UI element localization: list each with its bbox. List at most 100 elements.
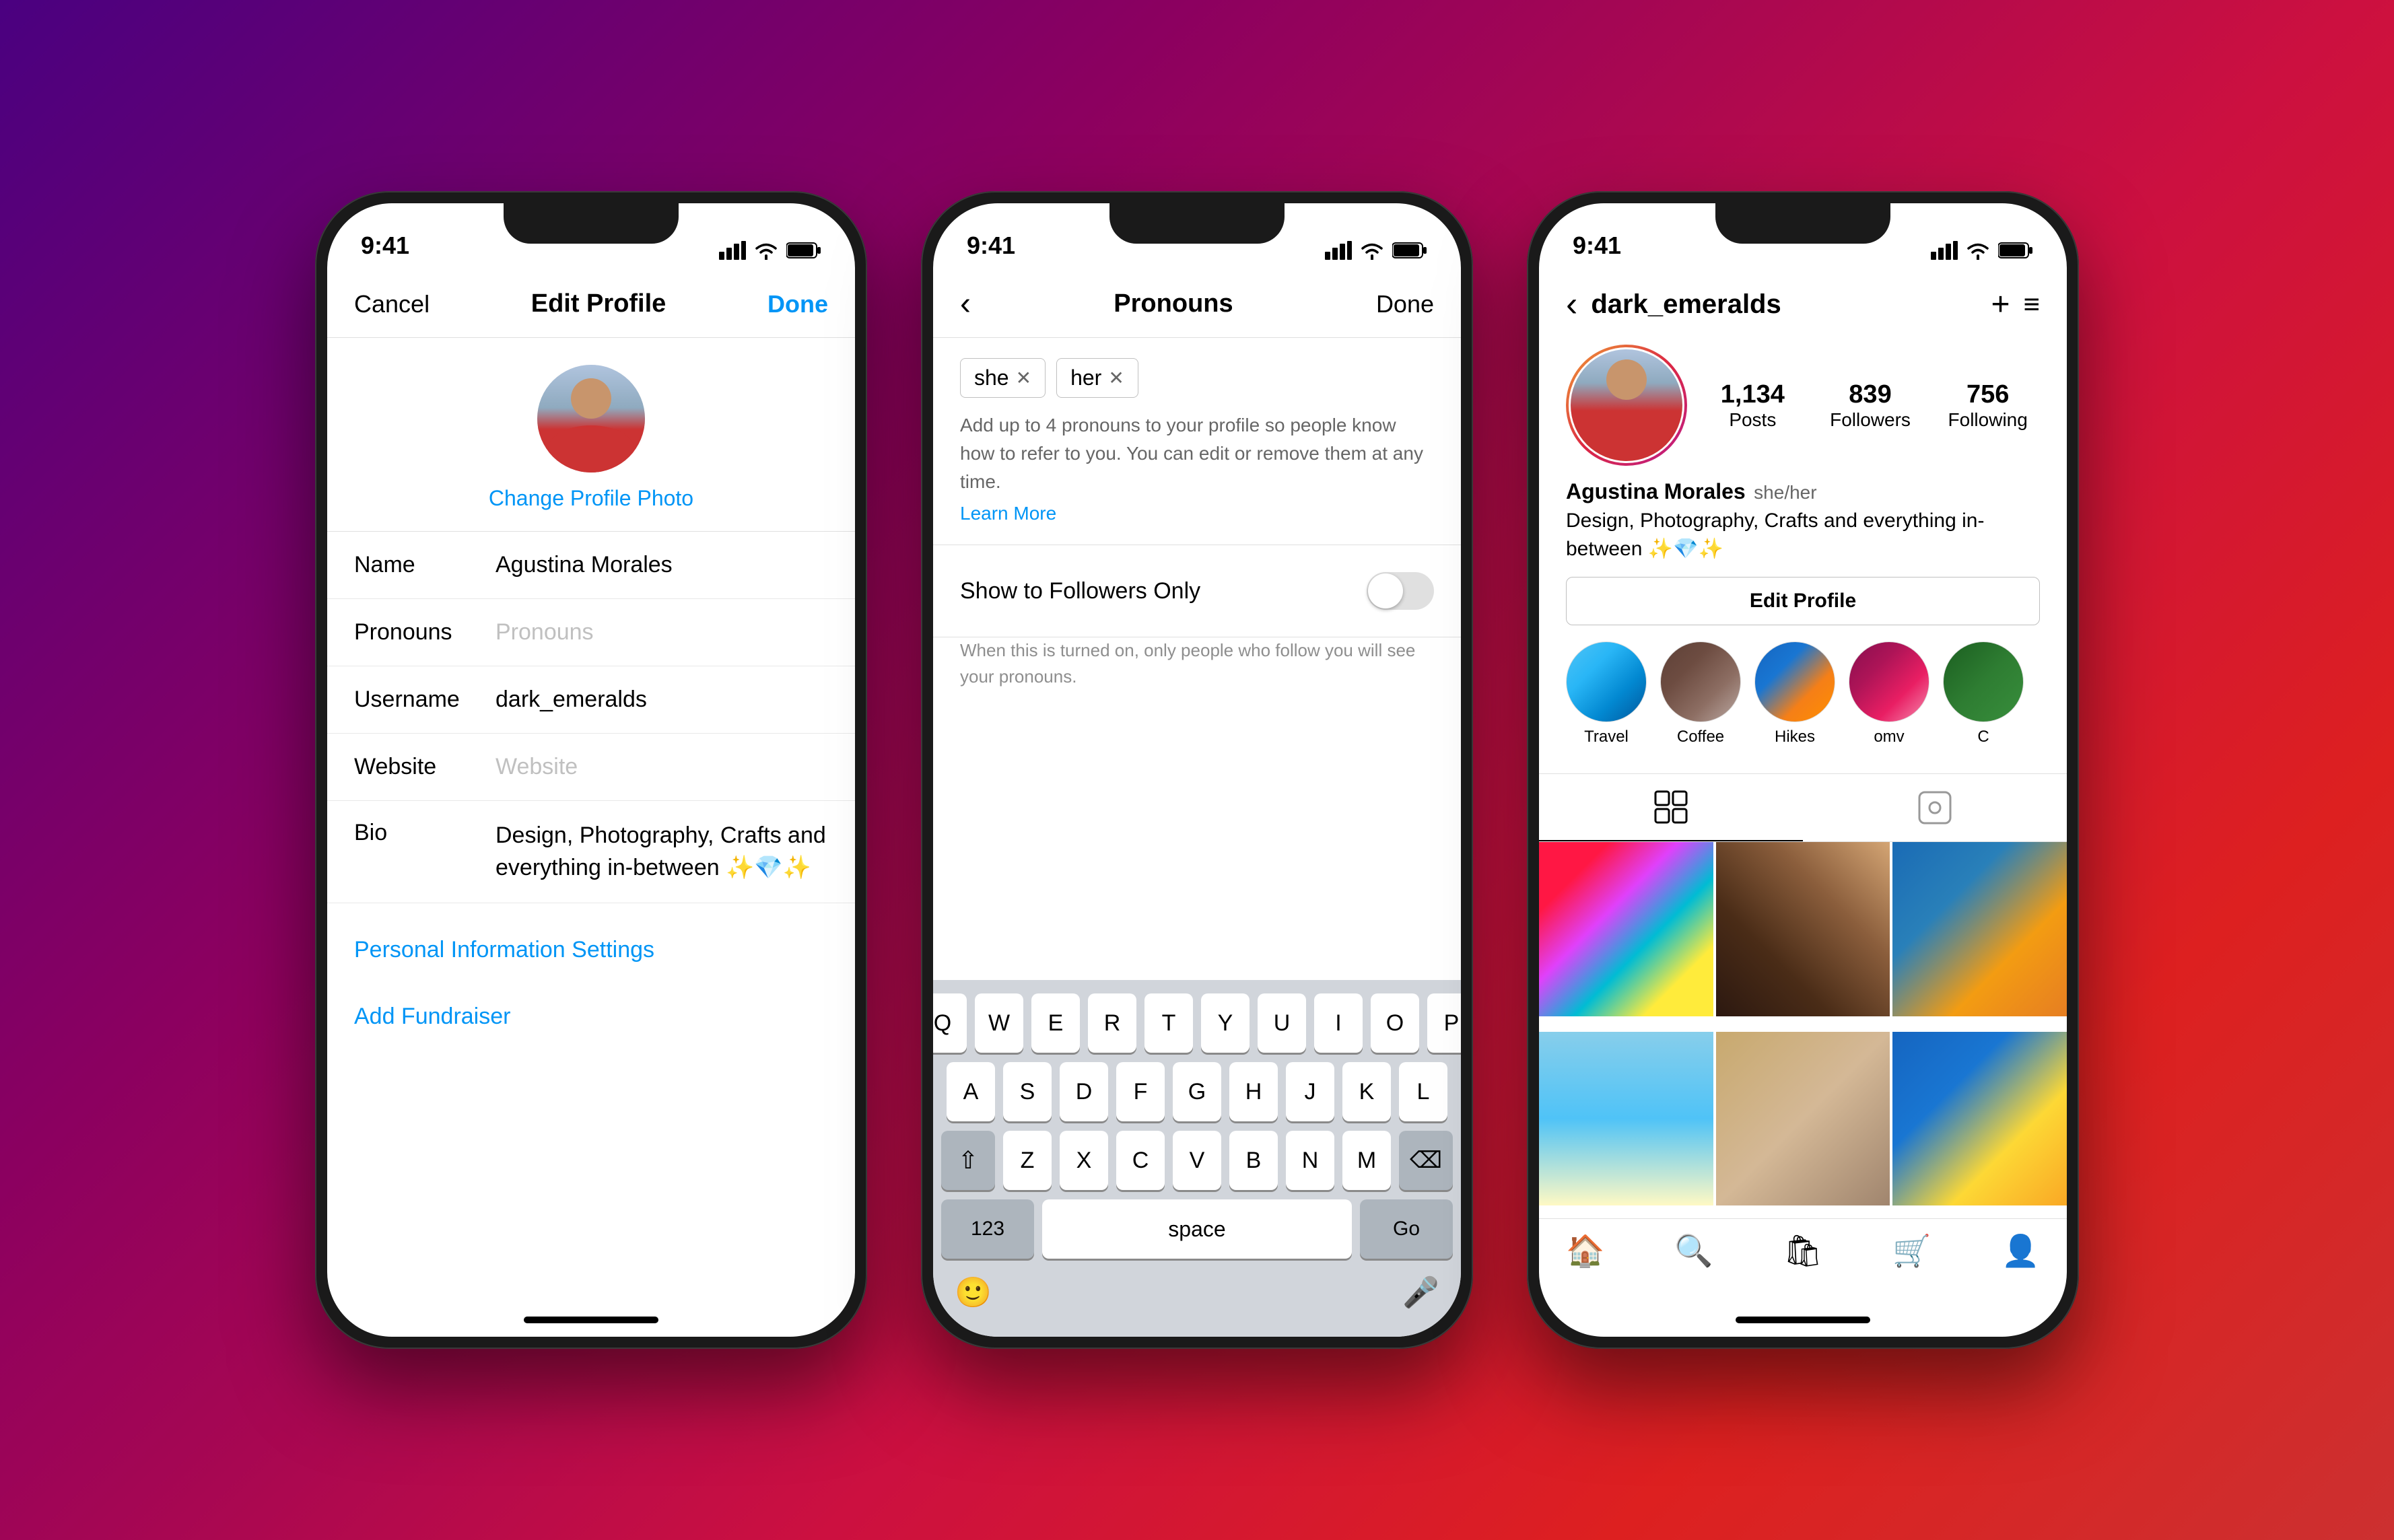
microphone-icon[interactable]: 🎤: [1402, 1275, 1439, 1310]
key-d[interactable]: D: [1060, 1062, 1108, 1121]
remove-she-button[interactable]: ✕: [1016, 367, 1031, 389]
key-w[interactable]: W: [975, 993, 1023, 1053]
website-placeholder[interactable]: Website: [495, 754, 828, 780]
grid-item-6[interactable]: [1892, 1032, 2067, 1206]
status-icons: [1325, 241, 1427, 260]
highlight-hikes[interactable]: Hikes: [1754, 641, 1835, 746]
followers-stat[interactable]: 839 Followers: [1818, 380, 1923, 431]
pronouns-field[interactable]: Pronouns Pronouns: [327, 599, 855, 666]
key-c[interactable]: C: [1116, 1131, 1165, 1190]
key-f[interactable]: F: [1116, 1062, 1165, 1121]
grid-tab[interactable]: [1539, 774, 1803, 841]
notch: [1109, 203, 1285, 244]
username-value[interactable]: dark_emeralds: [495, 687, 828, 713]
pronouns-help-text: Add up to 4 pronouns to your profile so …: [933, 411, 1461, 503]
search-nav-icon[interactable]: 🔍: [1674, 1232, 1713, 1269]
done-button[interactable]: Done: [767, 290, 828, 318]
show-followers-label: Show to Followers Only: [960, 578, 1200, 604]
key-k[interactable]: K: [1342, 1062, 1391, 1121]
following-stat[interactable]: 756 Following: [1936, 380, 2040, 431]
highlight-circle-travel: [1566, 641, 1647, 722]
key-m[interactable]: M: [1342, 1131, 1391, 1190]
bag-nav-icon[interactable]: 🛒: [1892, 1232, 1931, 1269]
avatar[interactable]: [537, 365, 645, 473]
key-l[interactable]: L: [1399, 1062, 1447, 1121]
key-r[interactable]: R: [1088, 993, 1136, 1053]
keyboard-row-3: ⇧ Z X C V B N M ⌫: [941, 1131, 1453, 1190]
numbers-key[interactable]: 123: [941, 1199, 1034, 1259]
phone-instagram-profile: 9:41: [1527, 191, 2079, 1349]
key-g[interactable]: G: [1173, 1062, 1221, 1121]
stats-row: 1,134 Posts 839 Followers 756 Following: [1566, 345, 2040, 466]
username-field[interactable]: Username dark_emeralds: [327, 666, 855, 734]
grid-item-4[interactable]: [1539, 1032, 1713, 1206]
highlight-label-omv: omv: [1874, 728, 1904, 746]
status-icons: [1931, 241, 2033, 260]
battery-icon: [1392, 242, 1427, 259]
key-i[interactable]: I: [1314, 993, 1363, 1053]
key-h[interactable]: H: [1229, 1062, 1278, 1121]
key-q[interactable]: Q: [933, 993, 967, 1053]
highlight-travel[interactable]: Travel: [1566, 641, 1647, 746]
key-y[interactable]: Y: [1201, 993, 1250, 1053]
screen-content: Change Profile Photo Name Agustina Moral…: [327, 338, 855, 1310]
grid-item-3[interactable]: [1892, 842, 2067, 1016]
key-b[interactable]: B: [1229, 1131, 1278, 1190]
back-button[interactable]: ‹: [960, 285, 971, 322]
change-photo-button[interactable]: Change Profile Photo: [489, 486, 693, 511]
remove-her-button[interactable]: ✕: [1108, 367, 1124, 389]
key-a[interactable]: A: [947, 1062, 995, 1121]
key-z[interactable]: Z: [1003, 1131, 1052, 1190]
edit-profile-button[interactable]: Edit Profile: [1566, 577, 2040, 625]
posts-stat: 1,134 Posts: [1701, 380, 1805, 431]
key-x[interactable]: X: [1060, 1131, 1108, 1190]
key-u[interactable]: U: [1258, 993, 1306, 1053]
pronouns-placeholder[interactable]: Pronouns: [495, 619, 828, 645]
key-s[interactable]: S: [1003, 1062, 1052, 1121]
done-button[interactable]: Done: [1376, 290, 1434, 318]
go-key[interactable]: Go: [1360, 1199, 1453, 1259]
tagged-tab[interactable]: [1803, 774, 2067, 841]
name-field[interactable]: Name Agustina Morales: [327, 532, 855, 599]
highlight-circle-coffee: [1660, 641, 1741, 722]
learn-more-link[interactable]: Learn More: [933, 503, 1461, 545]
key-t[interactable]: T: [1144, 993, 1193, 1053]
home-nav-icon[interactable]: 🏠: [1566, 1232, 1604, 1269]
key-o[interactable]: O: [1371, 993, 1419, 1053]
space-key[interactable]: space: [1042, 1199, 1352, 1259]
bio-field[interactable]: Bio Design, Photography, Crafts and ever…: [327, 801, 855, 903]
key-j[interactable]: J: [1286, 1062, 1334, 1121]
back-button[interactable]: ‹: [1566, 284, 1577, 324]
name-value[interactable]: Agustina Morales: [495, 552, 828, 578]
shift-key[interactable]: ⇧: [941, 1131, 995, 1190]
highlight-omv[interactable]: omv: [1849, 641, 1929, 746]
bio-value[interactable]: Design, Photography, Crafts and everythi…: [495, 820, 828, 884]
website-field[interactable]: Website Website: [327, 734, 855, 801]
key-v[interactable]: V: [1173, 1131, 1221, 1190]
nav-bar: ‹ Pronouns Done: [933, 271, 1461, 338]
key-p[interactable]: P: [1427, 993, 1461, 1053]
menu-button[interactable]: ≡: [2023, 288, 2040, 320]
battery-icon: [786, 242, 821, 259]
key-n[interactable]: N: [1286, 1131, 1334, 1190]
grid-item-5[interactable]: [1716, 1032, 1890, 1206]
key-e[interactable]: E: [1031, 993, 1080, 1053]
notch: [504, 203, 679, 244]
website-label: Website: [354, 754, 495, 780]
backspace-key[interactable]: ⌫: [1399, 1131, 1453, 1190]
shop-nav-icon[interactable]: 🛍: [1783, 1232, 1822, 1269]
show-followers-toggle[interactable]: [1367, 572, 1434, 610]
personal-info-link[interactable]: Personal Information Settings: [327, 917, 855, 983]
pronouns-label: Pronouns: [354, 619, 495, 645]
profile-nav-icon[interactable]: 👤: [2002, 1232, 2040, 1269]
highlight-coffee[interactable]: Coffee: [1660, 641, 1741, 746]
emoji-icon[interactable]: 🙂: [955, 1275, 992, 1310]
cancel-button[interactable]: Cancel: [354, 290, 430, 318]
add-fundraiser-link[interactable]: Add Fundraiser: [327, 983, 855, 1050]
grid-item-1[interactable]: [1539, 842, 1713, 1016]
grid-item-2[interactable]: [1716, 842, 1890, 1016]
posts-count: 1,134: [1721, 380, 1785, 409]
highlight-extra[interactable]: C: [1943, 641, 2024, 746]
name-label: Name: [354, 552, 495, 578]
add-button[interactable]: +: [1991, 286, 2010, 323]
